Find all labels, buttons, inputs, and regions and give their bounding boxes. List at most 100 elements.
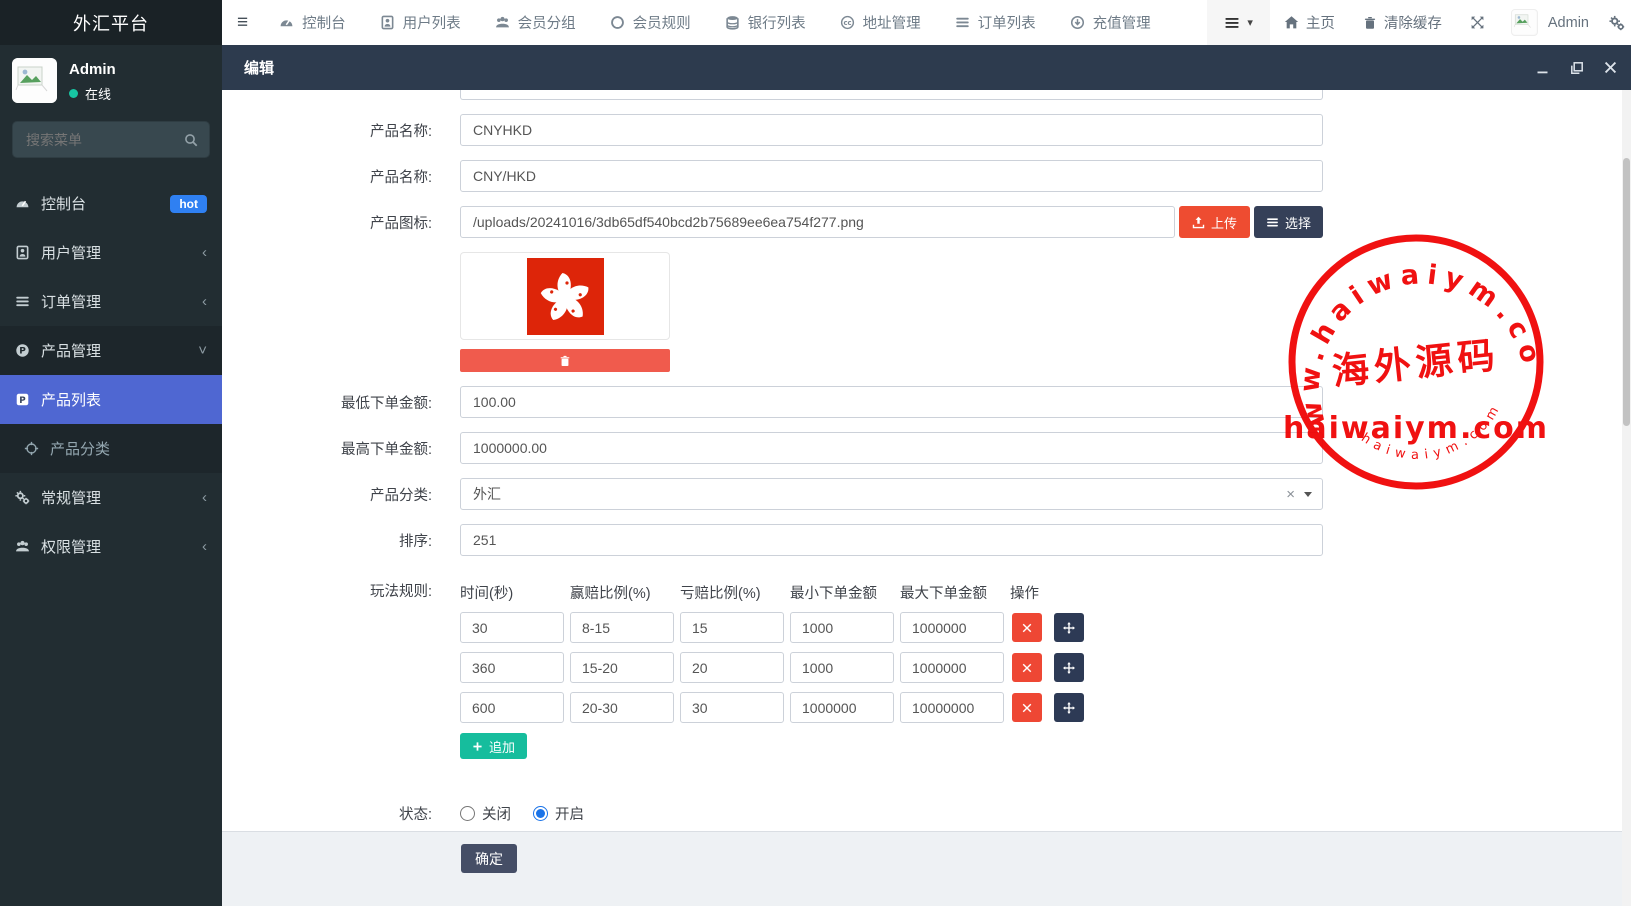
- max-amount-label: 最高下单金额:: [222, 438, 432, 459]
- sidebar-user-panel: Admin 在线: [0, 45, 222, 113]
- topnav-item-user-list[interactable]: 用户列表: [380, 12, 461, 33]
- x-icon: [1022, 623, 1032, 633]
- product-name-input[interactable]: [460, 114, 1323, 146]
- rule-max-input[interactable]: [900, 652, 1004, 683]
- users-icon: [15, 539, 30, 554]
- rules-row: [460, 612, 1323, 643]
- rule-win-input[interactable]: [570, 612, 674, 643]
- sort-input[interactable]: [460, 524, 1323, 556]
- x-icon: [1022, 703, 1032, 713]
- sidebar-item-product-list[interactable]: 产品列表: [0, 375, 222, 424]
- list-icon: [15, 294, 30, 309]
- sidebar-item-product-category[interactable]: 产品分类: [0, 424, 222, 473]
- search-input[interactable]: [24, 131, 176, 149]
- product-name-label: 产品名称:: [222, 120, 432, 141]
- status-on-radio[interactable]: [533, 806, 548, 821]
- move-icon: [1063, 702, 1075, 714]
- move-rule-button[interactable]: [1054, 613, 1084, 642]
- rule-lose-input[interactable]: [680, 612, 784, 643]
- sidebar-item-product-management[interactable]: 产品管理 ˅: [0, 326, 222, 375]
- home-label: 主页: [1306, 12, 1335, 33]
- home-icon: [1284, 15, 1299, 30]
- sidebar-item-user-management[interactable]: 用户管理 ‹: [0, 228, 222, 277]
- status-off-option[interactable]: 关闭: [460, 803, 511, 824]
- vertical-scrollbar[interactable]: [1622, 90, 1631, 906]
- rules-header-min: 最小下单金额: [790, 582, 894, 603]
- settings-button[interactable]: [1603, 15, 1631, 31]
- topnav-item-bank-list[interactable]: 银行列表: [725, 12, 806, 33]
- user-status: 在线: [69, 84, 116, 103]
- max-amount-input[interactable]: [460, 432, 1323, 464]
- topnav-item-recharge-management[interactable]: 充值管理: [1070, 12, 1151, 33]
- rule-time-input[interactable]: [460, 612, 564, 643]
- topnav-item-label: 会员分组: [518, 12, 576, 33]
- min-amount-input[interactable]: [460, 386, 1323, 418]
- rule-win-input[interactable]: [570, 652, 674, 683]
- rule-lose-input[interactable]: [680, 692, 784, 723]
- product-icon-input[interactable]: [460, 206, 1175, 238]
- scrollbar-thumb[interactable]: [1623, 158, 1630, 426]
- rule-min-input[interactable]: [790, 612, 894, 643]
- sidebar-item-permission-management[interactable]: 权限管理 ‹: [0, 522, 222, 571]
- sidebar-item-general-management[interactable]: 常规管理 ‹: [0, 473, 222, 522]
- topnav-item-member-rules[interactable]: 会员规则: [610, 12, 691, 33]
- remove-rule-button[interactable]: [1012, 693, 1042, 722]
- rule-min-input[interactable]: [790, 692, 894, 723]
- gears-icon: [15, 490, 30, 505]
- rules-header-ops: 操作: [1010, 582, 1080, 603]
- plus-icon: [472, 741, 483, 752]
- category-value: 外汇: [473, 484, 501, 504]
- address-book-icon: [380, 15, 395, 30]
- status-on-option[interactable]: 开启: [533, 803, 584, 824]
- list-icon: [1266, 216, 1279, 229]
- rule-time-input[interactable]: [460, 692, 564, 723]
- maximize-icon[interactable]: [1570, 61, 1584, 75]
- sidebar-item-dashboard[interactable]: 控制台 hot: [0, 179, 222, 228]
- close-icon[interactable]: [1604, 61, 1617, 74]
- product-title-input[interactable]: [460, 160, 1323, 192]
- modal-title: 编辑: [222, 57, 274, 78]
- upload-button[interactable]: 上传: [1179, 206, 1250, 238]
- delete-image-button[interactable]: [460, 349, 670, 372]
- confirm-button[interactable]: 确定: [461, 844, 517, 873]
- rule-win-input[interactable]: [570, 692, 674, 723]
- move-rule-button[interactable]: [1054, 693, 1084, 722]
- admin-user-menu[interactable]: Admin: [1546, 15, 1603, 31]
- fullscreen-button[interactable]: [1456, 15, 1499, 30]
- topnav-item-order-list[interactable]: 订单列表: [955, 12, 1036, 33]
- home-link[interactable]: 主页: [1270, 12, 1349, 33]
- move-rule-button[interactable]: [1054, 653, 1084, 682]
- minimize-icon[interactable]: [1536, 61, 1550, 75]
- avatar[interactable]: [1511, 9, 1538, 36]
- move-icon: [1063, 622, 1075, 634]
- category-select[interactable]: 外汇 ×: [460, 478, 1323, 510]
- clear-selection-icon[interactable]: ×: [1286, 486, 1295, 503]
- hamburger-icon[interactable]: ≡: [222, 12, 262, 34]
- topnav-item-label: 用户列表: [403, 12, 461, 33]
- rule-max-input[interactable]: [900, 612, 1004, 643]
- choose-button[interactable]: 选择: [1254, 206, 1323, 238]
- status-off-radio[interactable]: [460, 806, 475, 821]
- topnav-item-member-groups[interactable]: 会员分组: [495, 12, 576, 33]
- sidebar-item-label: 产品分类: [50, 438, 110, 459]
- rule-min-input[interactable]: [790, 652, 894, 683]
- sort-label: 排序:: [222, 530, 432, 551]
- rule-max-input[interactable]: [900, 692, 1004, 723]
- rule-lose-input[interactable]: [680, 652, 784, 683]
- arrow-circle-down-icon: [1070, 15, 1085, 30]
- rule-time-input[interactable]: [460, 652, 564, 683]
- remove-rule-button[interactable]: [1012, 653, 1042, 682]
- topnav-item-address-management[interactable]: 地址管理: [840, 12, 921, 33]
- nav-list-dropdown[interactable]: ▾: [1207, 0, 1270, 45]
- append-rule-button[interactable]: 追加: [460, 733, 527, 759]
- caret-down-icon: ▾: [1247, 16, 1253, 29]
- window-controls: [1536, 61, 1631, 75]
- search-icon[interactable]: [184, 133, 198, 147]
- cc-circle-icon: [840, 15, 855, 30]
- clear-cache-button[interactable]: 清除缓存: [1349, 12, 1456, 33]
- remove-rule-button[interactable]: [1012, 613, 1042, 642]
- topnav-item-dashboard[interactable]: 控制台: [279, 12, 346, 33]
- x-icon: [1022, 663, 1032, 673]
- sidebar-item-order-management[interactable]: 订单管理 ‹: [0, 277, 222, 326]
- rules-label: 玩法规则:: [222, 580, 432, 601]
